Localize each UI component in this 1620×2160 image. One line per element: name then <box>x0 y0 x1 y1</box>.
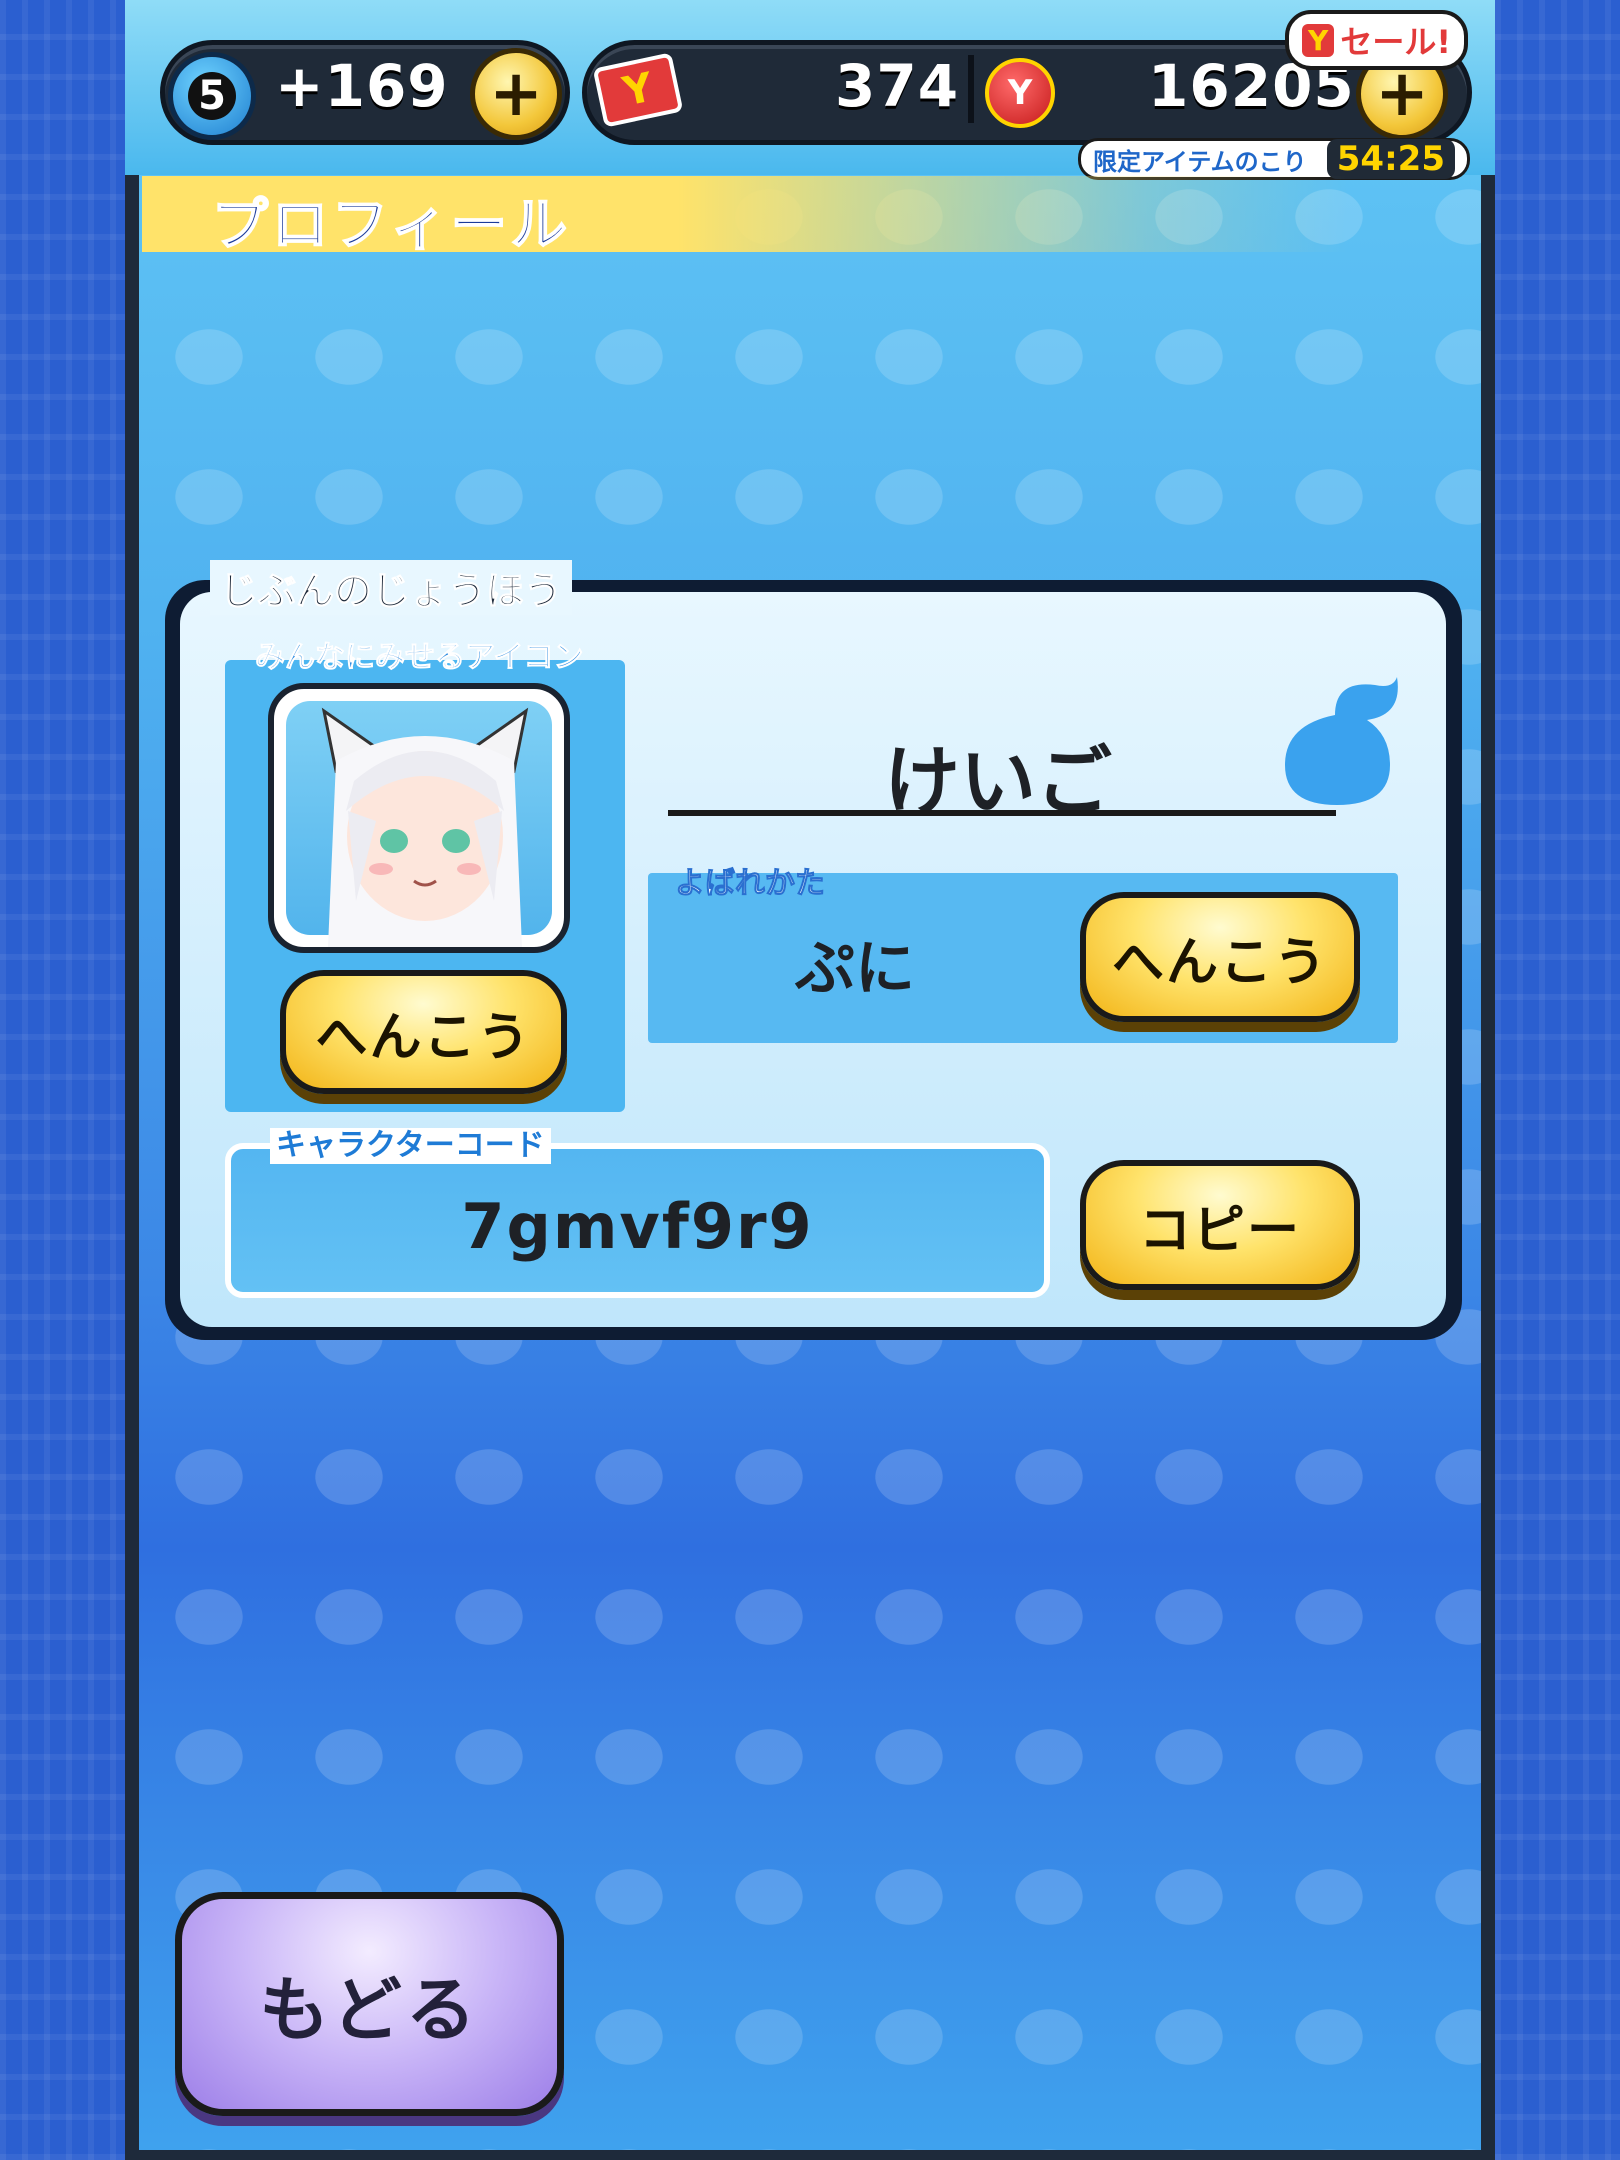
spirit-icon <box>1285 677 1398 805</box>
name-underline <box>668 810 1336 816</box>
change-icon-button[interactable]: へんこう <box>280 970 567 1094</box>
sale-label: セール! <box>1340 23 1451 61</box>
limited-item-timer-badge: 限定アイテムのこり 54:25 <box>1078 138 1470 180</box>
hud-divider <box>968 55 974 123</box>
stamina-plus-button[interactable]: + <box>470 48 562 140</box>
profile-section-label: じぶんのじょうほう <box>210 560 573 615</box>
left-side-pattern <box>0 0 125 2160</box>
coin-icon: Y <box>985 58 1055 128</box>
icon-section-label: みんなにみせるアイコン <box>255 640 584 676</box>
avatar-illustration <box>321 707 529 947</box>
limited-item-label: 限定アイテムのこり <box>1093 147 1307 176</box>
page-title: プロフィール <box>211 192 571 259</box>
sale-badge[interactable]: Y セール! <box>1285 10 1468 70</box>
plus-icon: + <box>1375 57 1429 131</box>
change-nickname-button[interactable]: へんこう <box>1080 892 1360 1022</box>
stamina-level-badge: 5 <box>168 52 256 140</box>
sale-ticket-icon: Y <box>1302 23 1335 57</box>
limited-item-timer: 54:25 <box>1326 139 1455 179</box>
avatar[interactable] <box>268 683 570 953</box>
back-button[interactable]: もどる <box>175 1892 564 2116</box>
right-side-pattern <box>1495 0 1620 2160</box>
stamina-level: 5 <box>188 72 236 120</box>
character-code-label: キャラクターコード <box>270 1128 551 1164</box>
nickname-label: よばれかた <box>675 866 826 902</box>
character-code-value: 7gmvf9r9 <box>461 1190 814 1263</box>
copy-code-button[interactable]: コピー <box>1080 1160 1360 1290</box>
plus-icon: + <box>489 57 543 131</box>
stamina-value: +169 <box>275 52 449 120</box>
nickname-value: ぷに <box>795 934 915 1004</box>
avatar-icon <box>286 701 552 947</box>
ticket-count: 374 <box>835 52 960 120</box>
